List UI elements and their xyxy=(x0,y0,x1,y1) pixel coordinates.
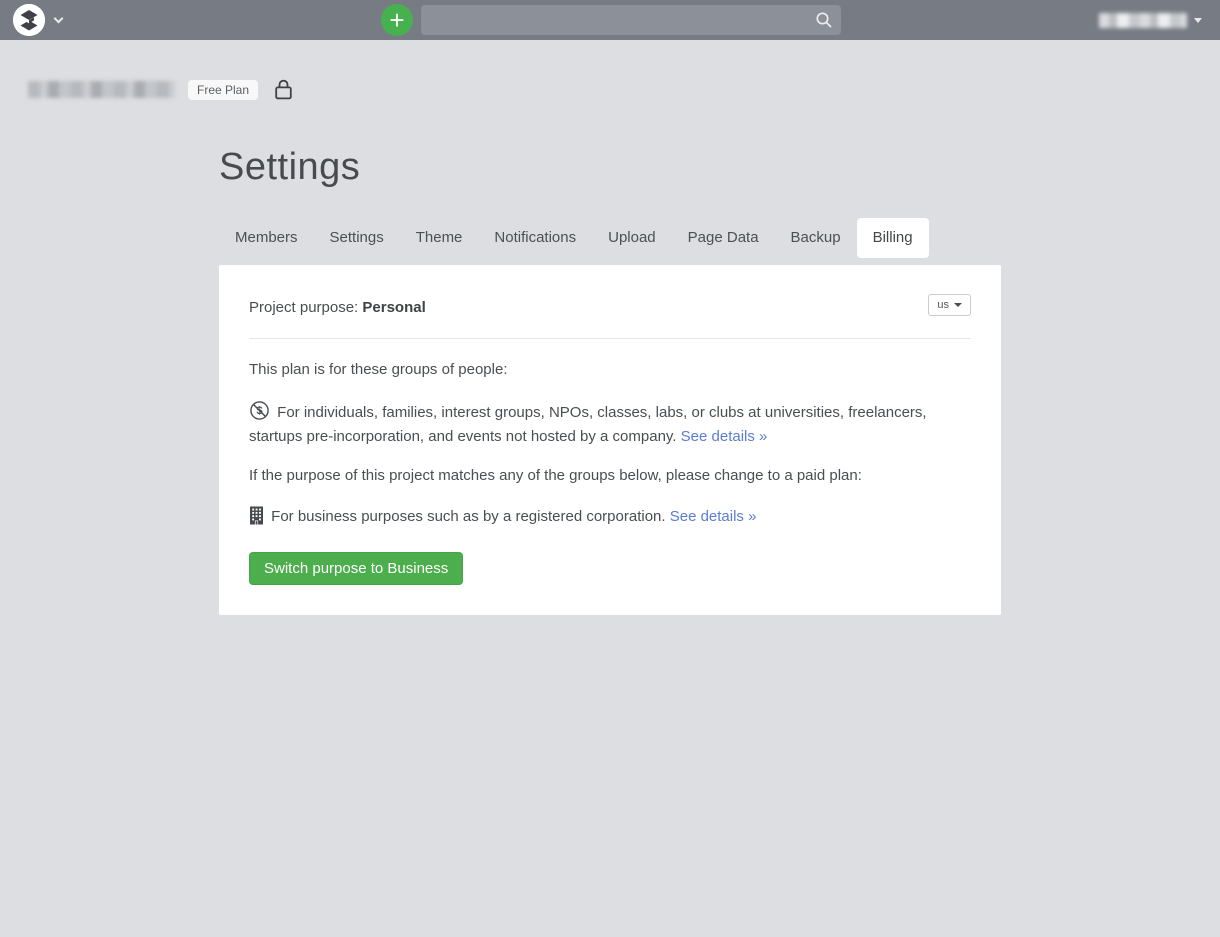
search-box xyxy=(421,5,841,35)
plan-intro: This plan is for these groups of people: xyxy=(249,360,971,380)
locale-dropdown[interactable]: us xyxy=(928,294,971,316)
building-icon xyxy=(249,512,268,529)
chevron-down-icon xyxy=(54,14,64,24)
paid-plan-note: If the purpose of this project matches a… xyxy=(249,466,971,486)
search-input[interactable] xyxy=(421,5,841,35)
business-purpose-description: For business purposes such as by a regis… xyxy=(249,506,971,531)
project-name-redacted xyxy=(28,81,175,98)
tab-billing[interactable]: Billing xyxy=(857,218,929,258)
tab-members[interactable]: Members xyxy=(219,218,314,258)
page-title: Settings xyxy=(219,146,1001,189)
personal-see-details-link[interactable]: See details » xyxy=(681,428,768,445)
settings-tabs: Members Settings Theme Notifications Upl… xyxy=(219,218,1001,258)
business-see-details-link[interactable]: See details » xyxy=(670,508,757,525)
lock-icon xyxy=(274,79,293,100)
top-navbar: + xyxy=(0,0,1220,40)
tab-page-data[interactable]: Page Data xyxy=(672,218,775,258)
main-content: Settings Members Settings Theme Notifica… xyxy=(219,146,1001,615)
tab-notifications[interactable]: Notifications xyxy=(478,218,592,258)
tab-backup[interactable]: Backup xyxy=(775,218,857,258)
purpose-label: Project purpose: xyxy=(249,299,358,316)
locale-label: us xyxy=(937,299,949,311)
switch-purpose-button[interactable]: Switch purpose to Business xyxy=(249,552,463,585)
purpose-row: Project purpose: Personal us xyxy=(249,294,971,316)
user-name-redacted xyxy=(1099,13,1187,28)
user-menu[interactable] xyxy=(1099,0,1202,40)
tab-theme[interactable]: Theme xyxy=(400,218,479,258)
new-page-button[interactable]: + xyxy=(381,4,413,36)
no-dollar-icon: $ xyxy=(249,408,274,425)
project-header: Free Plan xyxy=(28,79,293,100)
plan-badge: Free Plan xyxy=(188,80,258,100)
tab-upload[interactable]: Upload xyxy=(592,218,672,258)
personal-purpose-description: $ For individuals, families, interest gr… xyxy=(249,400,971,447)
caret-down-icon xyxy=(1194,18,1202,23)
purpose-value: Personal xyxy=(362,299,425,316)
divider xyxy=(249,338,971,339)
plus-icon: + xyxy=(389,5,404,35)
search-icon[interactable] xyxy=(815,11,833,34)
personal-description-text: For individuals, families, interest grou… xyxy=(249,404,927,445)
scrapbox-logo-icon[interactable] xyxy=(13,4,45,36)
caret-down-icon xyxy=(954,303,962,307)
project-switcher[interactable] xyxy=(13,4,62,36)
project-purpose: Project purpose: Personal xyxy=(249,294,426,316)
tab-settings[interactable]: Settings xyxy=(314,218,400,258)
business-description-text: For business purposes such as by a regis… xyxy=(271,508,665,525)
billing-panel: Project purpose: Personal us This plan i… xyxy=(219,265,1001,615)
